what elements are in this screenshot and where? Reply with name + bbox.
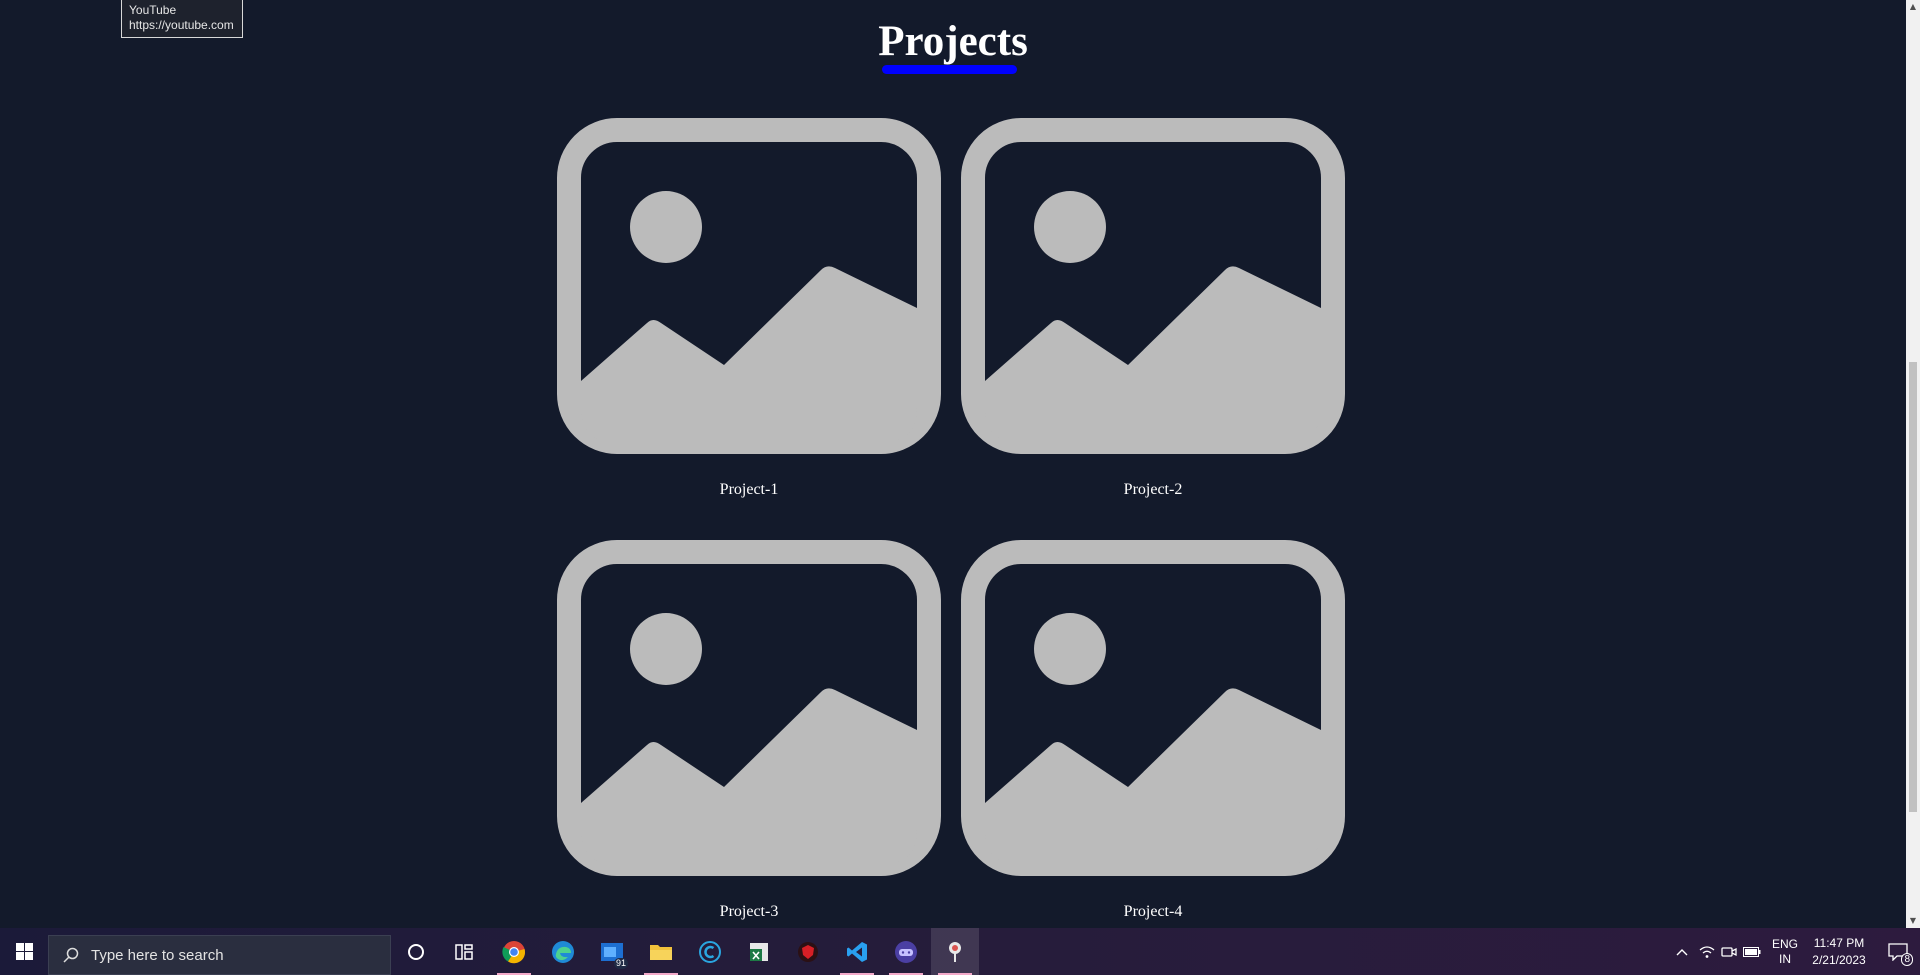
language-indicator[interactable]: ENG IN: [1766, 928, 1804, 975]
clock-time: 11:47 PM: [1813, 935, 1865, 950]
search-placeholder: Type here to search: [91, 946, 224, 964]
task-view-icon: [455, 943, 473, 960]
clock[interactable]: 11:47 PM 2/21/2023: [1802, 928, 1876, 975]
vertical-scrollbar[interactable]: ▲ ▼: [1906, 0, 1920, 928]
project-card-1[interactable]: Project-1: [557, 118, 941, 500]
vscode-icon: [847, 941, 867, 962]
project-card-2[interactable]: Project-2: [961, 118, 1345, 500]
project-label[interactable]: Project-3: [557, 902, 941, 922]
mail-unread-badge: 91: [613, 958, 628, 969]
chevron-up-icon: [1676, 948, 1688, 955]
edge-taskbar-button[interactable]: [539, 928, 587, 975]
camera-icon: [1721, 946, 1737, 957]
image-placeholder-icon: [961, 540, 1345, 876]
folder-icon: [650, 944, 672, 960]
project-label[interactable]: Project-1: [557, 480, 941, 500]
battery-icon: [1743, 946, 1761, 957]
antivirus-taskbar-button[interactable]: [784, 928, 832, 975]
ccleaner-icon: [699, 940, 721, 963]
link-tooltip: YouTube https://youtube.com: [121, 0, 243, 38]
shield-icon: [798, 941, 818, 962]
circle-icon: [408, 943, 424, 960]
mail-taskbar-button[interactable]: 91: [588, 928, 636, 975]
title-underline: [882, 65, 1017, 74]
action-center-button[interactable]: 8: [1876, 928, 1920, 975]
taskbar-search-box[interactable]: Type here to search: [48, 935, 391, 975]
excel-taskbar-button[interactable]: [735, 928, 783, 975]
file-explorer-taskbar-button[interactable]: [637, 928, 685, 975]
vscode-taskbar-button[interactable]: [833, 928, 881, 975]
image-placeholder-icon: [961, 118, 1345, 454]
start-button[interactable]: [0, 928, 48, 975]
scroll-up-arrow-icon[interactable]: ▲: [1906, 0, 1920, 14]
network-tray-button[interactable]: [1696, 928, 1718, 975]
clock-date: 2/21/2023: [1812, 952, 1866, 967]
tooltip-url: https://youtube.com: [129, 18, 234, 32]
notification-count: 8: [1901, 953, 1913, 966]
project-label[interactable]: Project-4: [961, 902, 1345, 922]
chrome-taskbar-button[interactable]: [490, 928, 538, 975]
edge-icon: [552, 940, 574, 963]
page-title: Projects: [878, 18, 1028, 65]
search-icon: [63, 947, 79, 963]
chrome-icon: [502, 940, 526, 963]
wifi-icon: [1699, 945, 1715, 958]
scroll-thumb[interactable]: [1909, 362, 1917, 812]
webpage-viewport: Projects Project-1 Project-2 Project-3 P…: [0, 0, 1906, 928]
excel-icon: [750, 942, 768, 961]
language-region: IN: [1779, 951, 1791, 966]
image-placeholder-icon: [557, 540, 941, 876]
ccleaner-taskbar-button[interactable]: [686, 928, 734, 975]
language-code: ENG: [1771, 936, 1798, 951]
image-placeholder-icon: [557, 118, 941, 454]
project-card-3[interactable]: Project-3: [557, 540, 941, 922]
gamepad-app-taskbar-button[interactable]: [882, 928, 930, 975]
git-app-taskbar-button[interactable]: [931, 928, 979, 975]
project-card-4[interactable]: Project-4: [961, 540, 1345, 922]
meet-now-tray-button[interactable]: [1718, 928, 1740, 975]
gamepad-icon: [895, 940, 917, 963]
git-icon: [949, 941, 961, 962]
battery-tray-button[interactable]: [1740, 928, 1764, 975]
cortana-button[interactable]: [392, 928, 440, 975]
project-label[interactable]: Project-2: [961, 480, 1345, 500]
taskbar: Type here to search 91 ENG IN 11:47 PM 2…: [0, 928, 1920, 975]
scroll-down-arrow-icon[interactable]: ▼: [1906, 914, 1920, 928]
show-hidden-icons-button[interactable]: [1668, 928, 1696, 975]
windows-logo-icon: [15, 943, 33, 960]
tooltip-title: YouTube: [129, 3, 177, 17]
task-view-button[interactable]: [440, 928, 488, 975]
